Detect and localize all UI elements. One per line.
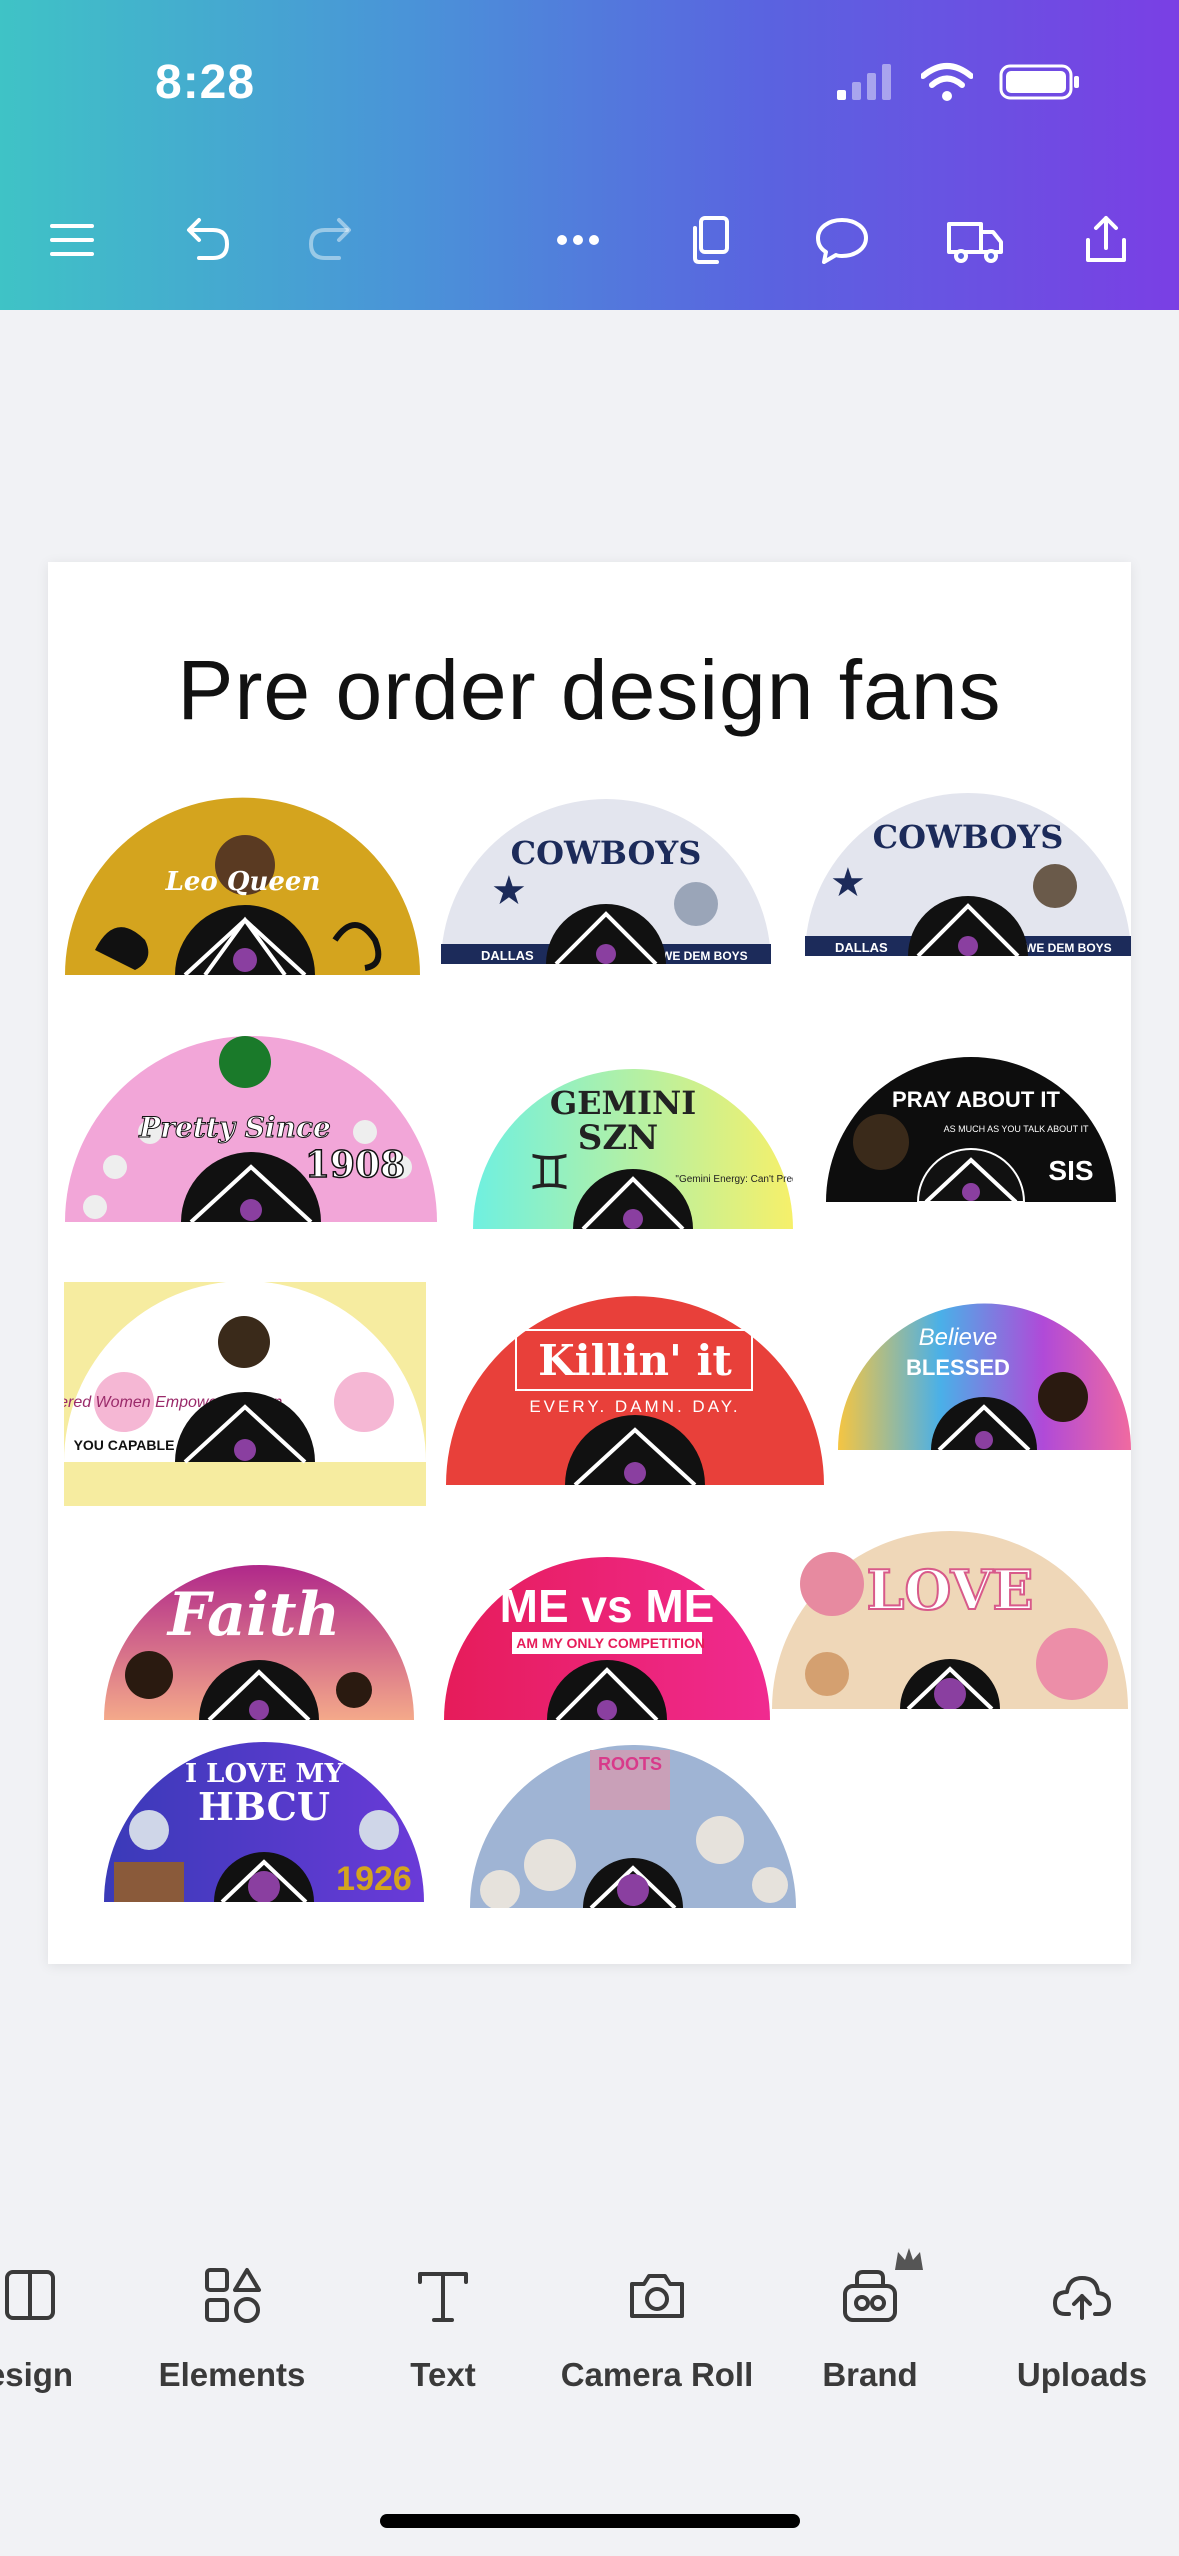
undo-button[interactable] <box>165 200 245 280</box>
battery-icon <box>999 64 1079 100</box>
nav-uploads[interactable]: Uploads <box>972 2250 1179 2394</box>
fan-sub-text: SZN <box>578 1118 658 1158</box>
fan-main-text: Pretty Since <box>138 1111 331 1144</box>
fan-killin-it[interactable]: Killin' it EVERY. DAMN. DAY. <box>446 1290 824 1485</box>
fan-cowboys-1[interactable]: COWBOYS ★ DALLAS WE DEM BOYS <box>441 794 771 964</box>
design-page[interactable]: Pre order design fans Leo Queen COWBOYS … <box>48 562 1131 1964</box>
fan-main-text: PRAY ABOUT IT <box>892 1087 1060 1112</box>
fan-sub2-text: WE DEM BOYS <box>661 949 748 963</box>
more-button[interactable] <box>538 200 618 280</box>
fan-leo-queen[interactable]: Leo Queen <box>65 790 420 975</box>
fan-sub-text: HBCU <box>198 1784 330 1829</box>
redo-icon <box>308 218 351 260</box>
pages-button[interactable] <box>671 200 751 280</box>
nav-camera-roll[interactable]: Camera Roll <box>547 2250 767 2394</box>
fan-roots-denim[interactable]: ROOTS <box>470 1740 796 1908</box>
share-icon <box>1086 216 1126 262</box>
text-icon <box>418 2272 468 2322</box>
camera-icon <box>630 2274 684 2318</box>
fan-faith[interactable]: Faith <box>104 1560 414 1720</box>
fan-main-text: Killin' it <box>538 1336 732 1385</box>
nav-label: Brand <box>822 2356 918 2393</box>
cloud-upload-icon <box>1053 2276 1111 2320</box>
fan-sub-text: BLESSED <box>906 1355 1010 1380</box>
fan-sub-text: I AM MY ONLY COMPETITION <box>509 1635 705 1651</box>
fan-cowboys-2[interactable]: COWBOYS ★ DALLAS WE DEM BOYS <box>805 786 1131 956</box>
svg-text:♊: ♊ <box>528 1147 571 1200</box>
fan-me-vs-me[interactable]: ME vs ME I AM MY ONLY COMPETITION <box>444 1552 770 1720</box>
fan-main-text: ME vs ME <box>500 1580 715 1632</box>
fan-sub-text: DALLAS <box>835 940 888 955</box>
print-delivery-button[interactable] <box>935 200 1015 280</box>
page-title[interactable]: Pre order design fans <box>48 642 1131 739</box>
home-indicator[interactable] <box>380 2514 800 2528</box>
nav-label: esign <box>0 2356 74 2393</box>
status-time: 8:28 <box>155 56 256 109</box>
premium-crown-icon <box>895 2248 923 2270</box>
editor-toolbar <box>0 200 1179 280</box>
fan-main-text: Believe <box>919 1324 998 1351</box>
nav-brand[interactable]: Brand <box>760 2248 980 2394</box>
nav-label: Camera Roll <box>560 2356 754 2393</box>
fan-sub2-text: WE DEM BOYS <box>1025 941 1112 955</box>
fan-main-text: GEMINI <box>550 1084 696 1122</box>
status-icons <box>835 62 1081 102</box>
cellular-signal-icon <box>837 64 891 100</box>
undo-icon <box>187 218 230 260</box>
fan-gemini-szn[interactable]: GEMINI SZN ♊ "Gemini Energy: Can't Predi… <box>473 1064 793 1229</box>
nav-text[interactable]: Text <box>333 2250 553 2394</box>
fan-sub-text: 1908 <box>305 1144 405 1186</box>
fan-sub-text: EVERY. DAMN. DAY. <box>529 1397 740 1416</box>
copy-pages-icon <box>693 216 729 264</box>
top-toolbar: 8:28 <box>0 0 1179 310</box>
svg-text:★: ★ <box>830 861 866 905</box>
redo-button[interactable] <box>293 200 373 280</box>
fan-empowered-women[interactable]: Empowered Women Empower Women YOU CAPABL… <box>64 1282 426 1506</box>
fan-sub2-text: SIS <box>1048 1155 1093 1186</box>
fan-main-text: COWBOYS <box>511 834 702 872</box>
wifi-icon <box>921 63 973 101</box>
menu-button[interactable] <box>32 200 112 280</box>
fan-believe-blessed[interactable]: Believe BLESSED <box>838 1297 1131 1450</box>
fan-main-text: COWBOYS <box>873 818 1064 856</box>
nav-design[interactable]: esign <box>0 2250 140 2394</box>
comment-icon <box>816 218 868 264</box>
fan-main-text: LOVE <box>866 1558 1033 1622</box>
more-dots-icon <box>557 235 599 245</box>
bottom-navigation: esign Elements Text Camera Roll Brand Up… <box>0 2248 1179 2430</box>
share-button[interactable] <box>1066 200 1146 280</box>
nav-label: Uploads <box>1016 2356 1148 2393</box>
fan-sub2-text: "Gemini Energy: Can't Predict Me." <box>675 1174 793 1185</box>
fan-sub-text: YOU CAPABLE <box>74 1437 175 1453</box>
svg-text:★: ★ <box>491 869 527 913</box>
nav-label: Elements <box>158 2356 306 2393</box>
fan-pray-about-it[interactable]: PRAY ABOUT IT AS MUCH AS YOU TALK ABOUT … <box>826 1052 1116 1202</box>
nav-label: Text <box>410 2356 476 2393</box>
fan-main-text: Leo Queen <box>165 867 321 897</box>
nav-elements[interactable]: Elements <box>122 2250 342 2394</box>
fan-main-text: Faith <box>166 1580 340 1650</box>
fan-i-love-my-hbcu[interactable]: I LOVE MY HBCU 1926 <box>104 1732 424 1902</box>
comment-button[interactable] <box>802 200 882 280</box>
fan-sub-text: DALLAS <box>481 948 534 963</box>
fan-love[interactable]: LOVE <box>772 1524 1128 1709</box>
hamburger-icon <box>50 224 94 256</box>
fan-pretty-since-1908[interactable]: Pretty Since 1908 <box>65 1032 437 1222</box>
design-icon <box>5 2270 55 2320</box>
fan-sub2-text: 1926 <box>336 1860 412 1898</box>
fan-sub-text: AS MUCH AS YOU TALK ABOUT IT <box>944 1124 1089 1134</box>
truck-icon <box>947 222 1003 263</box>
elements-icon <box>205 2268 261 2323</box>
fan-main-text: ROOTS <box>598 1754 662 1774</box>
